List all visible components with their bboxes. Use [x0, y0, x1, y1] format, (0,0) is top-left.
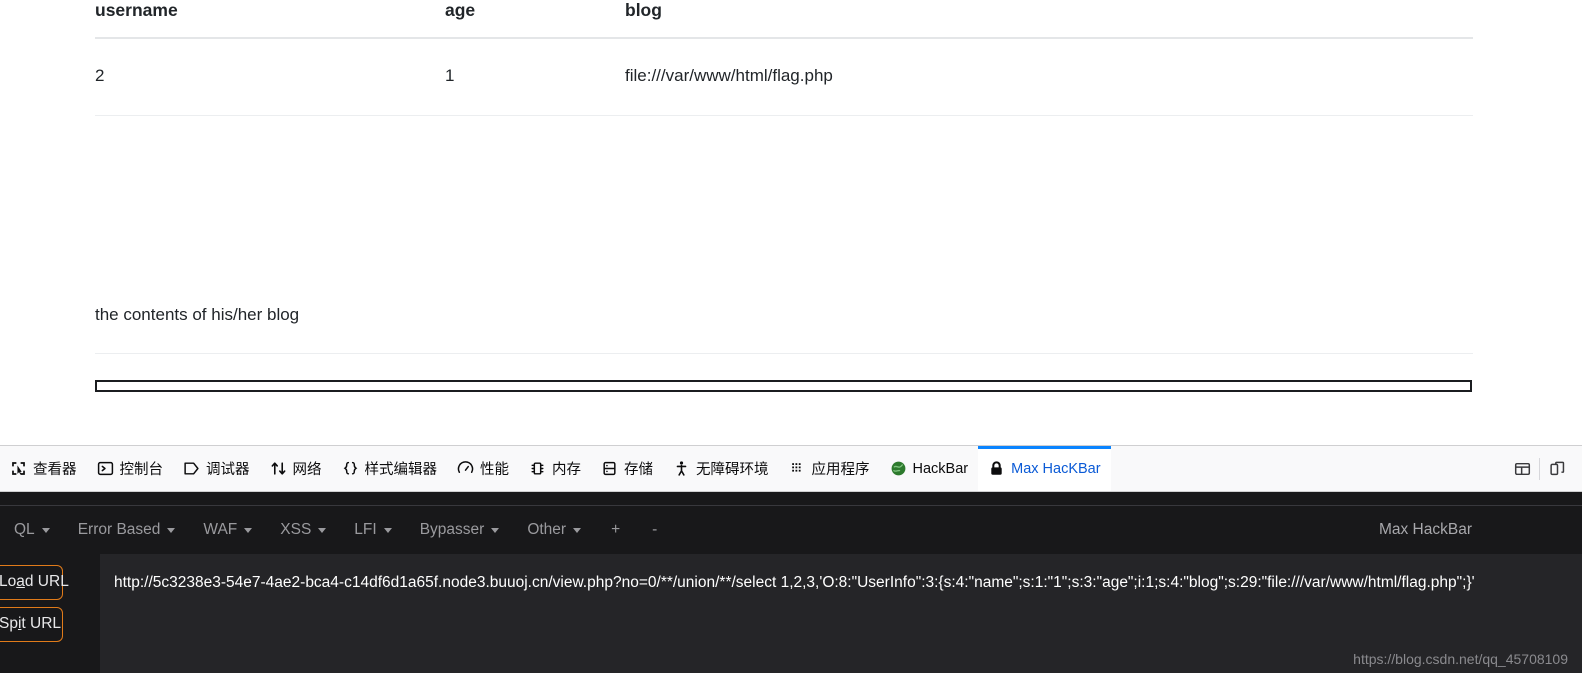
- cell-username: 2: [95, 38, 445, 116]
- devtools-tab-inspector[interactable]: 查看器: [0, 446, 87, 491]
- responsive-mode-button[interactable]: [1540, 446, 1574, 492]
- hackbar-menu-label: Error Based: [77, 521, 161, 538]
- hackbar-menu-label: +: [611, 521, 621, 538]
- devtools-tab-memory[interactable]: 内存: [519, 446, 591, 491]
- hackbar-menu-waf[interactable]: WAF: [189, 521, 266, 539]
- devtools-tab-debugger[interactable]: 调试器: [173, 446, 260, 491]
- spit-url-post: t URL: [21, 615, 62, 632]
- lock-icon: [988, 460, 1005, 477]
- devtools-tab-storage[interactable]: 存储: [591, 446, 663, 491]
- results-table: username age blog 2 1 file:///var/www/ht…: [95, 0, 1473, 116]
- devtools-tab-label: 控制台: [119, 462, 164, 478]
- style-editor-icon: [342, 460, 359, 477]
- devtools-tab-label: 网络: [292, 462, 322, 478]
- application-icon: [789, 460, 806, 477]
- load-url-button[interactable]: Load URL: [0, 565, 69, 600]
- devtools-tab-label: 存储: [624, 462, 653, 478]
- devtools-tab-label: 查看器: [33, 462, 77, 478]
- hackbar-menu-label: Other: [527, 521, 567, 538]
- chevron-down-icon: [491, 527, 500, 533]
- hackbar-action-buttons: Load URL Spit URL: [0, 565, 69, 642]
- hackbar-menu-sql[interactable]: QL: [0, 521, 64, 539]
- network-icon: [270, 460, 287, 477]
- devtools-tab-label: 内存: [552, 462, 581, 478]
- table-body: 2 1 file:///var/www/html/flag.php: [95, 38, 1473, 116]
- dock-layout-button[interactable]: [1505, 446, 1539, 492]
- devtools-tab-label: 无障碍环境: [696, 462, 769, 478]
- hackbar-menu-bypasser[interactable]: Bypasser: [406, 521, 514, 539]
- devtools-toolbar-actions: [1505, 446, 1582, 491]
- hackbar-brand-label: Max HackBar: [1378, 521, 1472, 538]
- storage-icon: [601, 460, 618, 477]
- hackbar-menu-other[interactable]: Other: [513, 521, 595, 539]
- accessibility-icon: [673, 460, 690, 477]
- inspector-icon: [10, 460, 27, 477]
- panel-layout-icon: [1514, 460, 1531, 477]
- table-header: username age blog: [95, 0, 1473, 39]
- load-url-accel: a: [16, 573, 25, 590]
- devtools-tab-max-hackbar[interactable]: Max HacKBar: [978, 446, 1112, 491]
- hackbar-body: Load URL Spit URL http://5c3238e3-54e7-4…: [0, 554, 1582, 673]
- hackbar-remove-button[interactable]: -: [636, 521, 673, 539]
- load-url-post: d URL: [24, 573, 69, 590]
- hackbar-menu-label: LFI: [354, 521, 377, 538]
- chevron-down-icon: [167, 527, 176, 533]
- console-icon: [97, 460, 114, 477]
- devtools-tab-performance[interactable]: 性能: [447, 446, 519, 491]
- browser-page-content: username age blog 2 1 file:///var/www/ht…: [0, 0, 1582, 445]
- devtools-tab-application[interactable]: 应用程序: [779, 446, 880, 491]
- devtools-tab-label: 样式编辑器: [364, 462, 438, 478]
- devtools-tab-console[interactable]: 控制台: [87, 446, 174, 491]
- hackbar-menu-error-based[interactable]: Error Based: [64, 521, 190, 539]
- table-row: 2 1 file:///var/www/html/flag.php: [95, 38, 1473, 116]
- chevron-down-icon: [244, 527, 253, 533]
- hackbar-menu-xss[interactable]: XSS: [266, 521, 340, 539]
- responsive-device-icon: [1549, 460, 1566, 477]
- chevron-down-icon: [383, 527, 392, 533]
- hackbar-add-button[interactable]: +: [595, 521, 636, 539]
- column-header-age: age: [445, 0, 625, 39]
- devtools-toolbar: 查看器 控制台 调试器 网络 样式编辑器 性能 内存 存储 无障碍环境 应用程序…: [0, 445, 1582, 492]
- devtools-tab-hackbar[interactable]: HackBar: [880, 446, 979, 491]
- max-hackbar-panel: QL Error Based WAF XSS LFI Bypasser Othe…: [0, 492, 1582, 673]
- devtools-tab-label: 性能: [480, 462, 509, 478]
- hackbar-menu-label: QL: [14, 521, 35, 538]
- blog-content-text: the contents of his/her blog: [95, 305, 1473, 354]
- cell-blog: file:///var/www/html/flag.php: [625, 38, 1473, 116]
- column-header-blog: blog: [625, 0, 1473, 39]
- hackbar-menu-label: Bypasser: [419, 521, 485, 538]
- devtools-tab-style-editor[interactable]: 样式编辑器: [332, 446, 448, 491]
- hackbar-menu-label: WAF: [203, 521, 238, 538]
- chevron-down-icon: [41, 527, 50, 533]
- debugger-icon: [183, 460, 200, 477]
- column-header-username: username: [95, 0, 445, 39]
- chevron-down-icon: [318, 527, 327, 533]
- watermark-text: https://blog.csdn.net/qq_45708109: [1353, 651, 1568, 667]
- devtools-tab-network[interactable]: 网络: [260, 446, 332, 491]
- page-text-input[interactable]: [95, 380, 1472, 392]
- memory-icon: [529, 460, 546, 477]
- spit-url-button[interactable]: Spit URL: [0, 607, 63, 642]
- hackbar-menu-lfi[interactable]: LFI: [340, 521, 405, 539]
- devtools-tab-label: HackBar: [912, 460, 969, 477]
- chevron-down-icon: [573, 527, 582, 533]
- hackbar-menu-label: -: [652, 521, 658, 538]
- cell-age: 1: [445, 38, 625, 116]
- devtools-tab-label: 应用程序: [811, 462, 870, 478]
- load-url-pre: Lo: [0, 573, 17, 590]
- devtools-tab-label: 调试器: [206, 462, 250, 478]
- devtools-tab-label: Max HacKBar: [1011, 460, 1101, 477]
- performance-icon: [457, 460, 474, 477]
- devtools-tab-accessibility[interactable]: 无障碍环境: [663, 446, 779, 491]
- spit-url-pre: Sp: [0, 615, 18, 632]
- table-header-row: username age blog: [95, 0, 1473, 39]
- hackbar-menu-label: XSS: [280, 521, 312, 538]
- hackbar-globe-icon: [890, 460, 907, 477]
- hackbar-menubar: QL Error Based WAF XSS LFI Bypasser Othe…: [0, 505, 1582, 554]
